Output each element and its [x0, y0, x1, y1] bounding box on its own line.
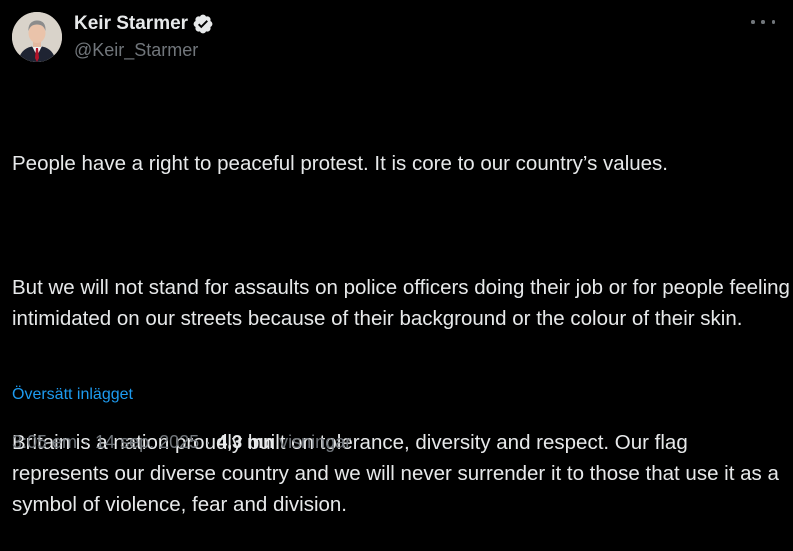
- tweet-header: Keir Starmer @Keir_Starmer: [12, 12, 214, 62]
- meta-separator: ·: [83, 432, 90, 452]
- views-label: visningar: [279, 432, 352, 452]
- views-count: 4,3 mn: [217, 432, 275, 452]
- tweet-paragraph-1: People have a right to peaceful protest.…: [12, 152, 668, 175]
- more-dot: [751, 20, 755, 24]
- tweet-meta: 3:05 em · 14 sep. 2025 · 4,3 mn visninga…: [12, 432, 351, 453]
- more-horizontal-icon[interactable]: [751, 14, 775, 30]
- tweet-text: People have a right to peaceful protest.…: [12, 86, 790, 551]
- verified-badge-icon[interactable]: [192, 13, 214, 35]
- tweet-date[interactable]: 14 sep. 2025: [95, 432, 199, 453]
- name-row: Keir Starmer: [74, 12, 214, 36]
- more-dot: [771, 20, 775, 24]
- tweet-paragraph-2: But we will not stand for assaults on po…: [12, 276, 790, 330]
- author-handle[interactable]: @Keir_Starmer: [74, 40, 214, 61]
- avatar-photo: [12, 12, 62, 62]
- avatar[interactable]: [12, 12, 62, 62]
- translate-post-link[interactable]: Översätt inlägget: [12, 386, 133, 404]
- author-names: Keir Starmer @Keir_Starmer: [74, 12, 214, 61]
- meta-separator: ·: [205, 432, 212, 452]
- more-dot: [761, 20, 765, 24]
- tweet-time[interactable]: 3:05 em: [12, 432, 77, 453]
- author-display-name[interactable]: Keir Starmer: [74, 13, 188, 35]
